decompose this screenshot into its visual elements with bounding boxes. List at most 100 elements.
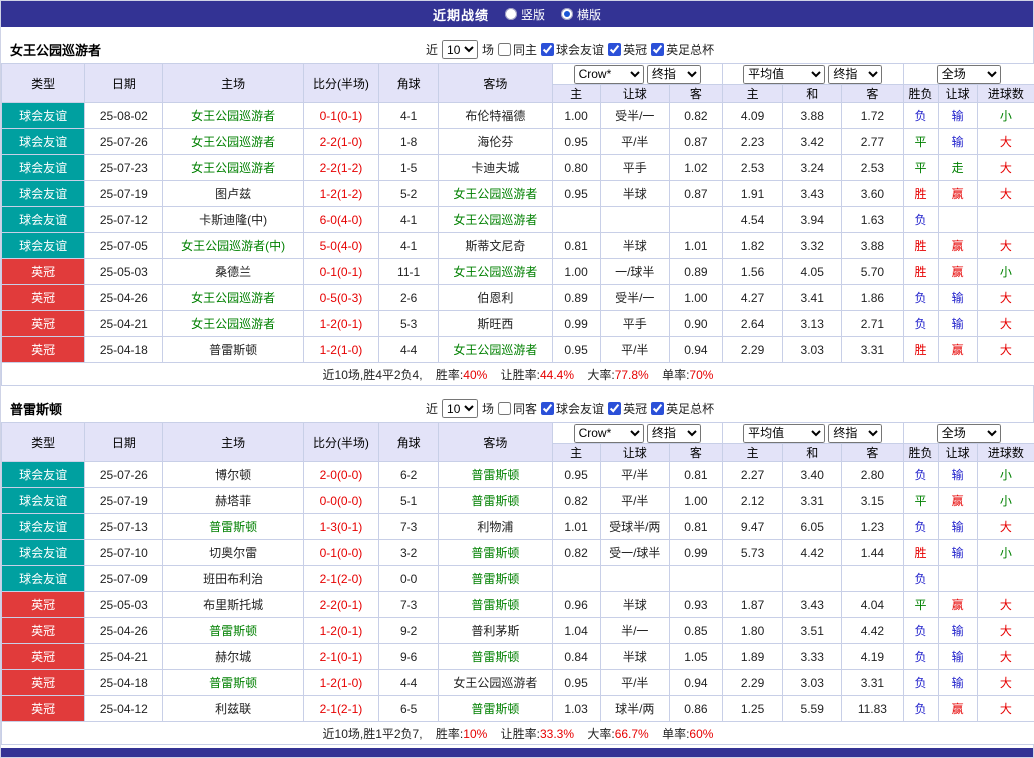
away-team-link[interactable]: 海伦芬 bbox=[439, 129, 552, 155]
home-team-link[interactable]: 利兹联 bbox=[163, 696, 303, 722]
league-type-badge: 球会友谊 bbox=[2, 207, 85, 233]
bottom-bar bbox=[1, 748, 1033, 757]
league-filter-fa-cup[interactable]: 英足总杯 bbox=[651, 400, 714, 417]
league-type-badge: 英冠 bbox=[2, 592, 85, 618]
home-team-link[interactable]: 班田布利治 bbox=[163, 566, 303, 592]
average-controls-cell: 平均值 终指 bbox=[723, 423, 904, 444]
league-filter-championship[interactable]: 英冠 bbox=[608, 41, 647, 58]
odds-stage-select[interactable]: 终指 bbox=[647, 65, 701, 84]
friendly-label: 球会友谊 bbox=[556, 400, 604, 417]
league-type-badge: 英冠 bbox=[2, 285, 85, 311]
odds-handicap: 一/球半 bbox=[600, 259, 669, 285]
home-team-link[interactable]: 卡斯迪隆(中) bbox=[163, 207, 303, 233]
odds-home: 0.81 bbox=[552, 233, 600, 259]
col-type: 类型 bbox=[2, 423, 85, 462]
fa-cup-checkbox[interactable] bbox=[651, 43, 664, 56]
bookmaker-select[interactable]: Crow* bbox=[574, 65, 644, 84]
score: 2-1(0-1) bbox=[303, 644, 378, 670]
away-team-link[interactable]: 普雷斯顿 bbox=[439, 488, 552, 514]
odds-home: 1.04 bbox=[552, 618, 600, 644]
bookmaker-select[interactable]: Crow* bbox=[574, 424, 644, 443]
avg-home: 2.27 bbox=[723, 462, 783, 488]
home-team-link[interactable]: 女王公园巡游者 bbox=[163, 155, 303, 181]
recent-count-select[interactable]: 10 bbox=[442, 399, 478, 418]
home-team-link[interactable]: 赫尔城 bbox=[163, 644, 303, 670]
league-filter-championship[interactable]: 英冠 bbox=[608, 400, 647, 417]
avg-home: 5.73 bbox=[723, 540, 783, 566]
away-team-link[interactable]: 普雷斯顿 bbox=[439, 644, 552, 670]
home-team-link[interactable]: 女王公园巡游者(中) bbox=[163, 233, 303, 259]
away-team-link[interactable]: 普雷斯顿 bbox=[439, 540, 552, 566]
odd-rate-stat: 单率:60% bbox=[662, 727, 713, 741]
avg-home: 1.89 bbox=[723, 644, 783, 670]
championship-checkbox[interactable] bbox=[608, 402, 621, 415]
friendly-checkbox[interactable] bbox=[541, 402, 554, 415]
odds-stage-select[interactable]: 终指 bbox=[647, 424, 701, 443]
home-team-link[interactable]: 图卢兹 bbox=[163, 181, 303, 207]
result-goals: 大 bbox=[977, 514, 1034, 540]
radio-unchecked-icon bbox=[505, 8, 517, 20]
home-team-link[interactable]: 布里斯托城 bbox=[163, 592, 303, 618]
away-team-link[interactable]: 女王公园巡游者 bbox=[439, 181, 552, 207]
away-team-link[interactable]: 普雷斯顿 bbox=[439, 696, 552, 722]
away-team-link[interactable]: 卡迪夫城 bbox=[439, 155, 552, 181]
home-team-link[interactable]: 普雷斯顿 bbox=[163, 337, 303, 363]
league-filter-friendly[interactable]: 球会友谊 bbox=[541, 41, 604, 58]
avg-stage-select[interactable]: 终指 bbox=[828, 65, 882, 84]
home-team-link[interactable]: 赫塔菲 bbox=[163, 488, 303, 514]
result-handicap: 输 bbox=[938, 644, 977, 670]
same-venue-filter[interactable]: 同主 bbox=[498, 41, 537, 58]
avg-stage-select[interactable]: 终指 bbox=[828, 424, 882, 443]
league-filter-friendly[interactable]: 球会友谊 bbox=[541, 400, 604, 417]
avg-home: 2.23 bbox=[723, 129, 783, 155]
away-team-link[interactable]: 女王公园巡游者 bbox=[439, 259, 552, 285]
corner-score: 5-1 bbox=[379, 488, 439, 514]
odds-handicap: 受半/一 bbox=[600, 285, 669, 311]
home-team-link[interactable]: 博尔顿 bbox=[163, 462, 303, 488]
recent-count-select[interactable]: 10 bbox=[442, 40, 478, 59]
result-goals: 小 bbox=[977, 462, 1034, 488]
away-team-link[interactable]: 女王公园巡游者 bbox=[439, 207, 552, 233]
score: 1-2(1-0) bbox=[303, 670, 378, 696]
home-team-link[interactable]: 普雷斯顿 bbox=[163, 514, 303, 540]
home-team-link[interactable]: 桑德兰 bbox=[163, 259, 303, 285]
result-goals: 小 bbox=[977, 259, 1034, 285]
away-team-link[interactable]: 普雷斯顿 bbox=[439, 592, 552, 618]
away-team-link[interactable]: 利物浦 bbox=[439, 514, 552, 540]
odds-home bbox=[552, 207, 600, 233]
away-team-link[interactable]: 普雷斯顿 bbox=[439, 462, 552, 488]
away-team-link[interactable]: 布伦特福德 bbox=[439, 103, 552, 129]
scope-select[interactable]: 全场 bbox=[937, 424, 1001, 443]
scope-select[interactable]: 全场 bbox=[937, 65, 1001, 84]
home-team-link[interactable]: 女王公园巡游者 bbox=[163, 103, 303, 129]
vertical-layout-radio[interactable]: 竖版 bbox=[505, 6, 545, 23]
league-filter-fa-cup[interactable]: 英足总杯 bbox=[651, 41, 714, 58]
match-date: 25-07-05 bbox=[85, 233, 163, 259]
away-team-link[interactable]: 女王公园巡游者 bbox=[439, 670, 552, 696]
same-venue-filter[interactable]: 同客 bbox=[498, 400, 537, 417]
home-team-link[interactable]: 切奥尔雷 bbox=[163, 540, 303, 566]
home-team-link[interactable]: 普雷斯顿 bbox=[163, 618, 303, 644]
average-select[interactable]: 平均值 bbox=[743, 424, 825, 443]
friendly-checkbox[interactable] bbox=[541, 43, 554, 56]
away-team-link[interactable]: 斯旺西 bbox=[439, 311, 552, 337]
same-venue-checkbox[interactable] bbox=[498, 43, 511, 56]
avg-draw: 3.24 bbox=[783, 155, 842, 181]
championship-checkbox[interactable] bbox=[608, 43, 621, 56]
home-team-link[interactable]: 普雷斯顿 bbox=[163, 670, 303, 696]
home-team-link[interactable]: 女王公园巡游者 bbox=[163, 311, 303, 337]
away-team-link[interactable]: 女王公园巡游者 bbox=[439, 337, 552, 363]
away-team-link[interactable]: 普利茅斯 bbox=[439, 618, 552, 644]
away-team-link[interactable]: 普雷斯顿 bbox=[439, 566, 552, 592]
home-team-link[interactable]: 女王公园巡游者 bbox=[163, 129, 303, 155]
away-team-link[interactable]: 斯蒂文尼奇 bbox=[439, 233, 552, 259]
same-venue-checkbox[interactable] bbox=[498, 402, 511, 415]
result-goals: 大 bbox=[977, 670, 1034, 696]
fa-cup-checkbox[interactable] bbox=[651, 402, 664, 415]
average-select[interactable]: 平均值 bbox=[743, 65, 825, 84]
away-team-link[interactable]: 伯恩利 bbox=[439, 285, 552, 311]
home-team-link[interactable]: 女王公园巡游者 bbox=[163, 285, 303, 311]
avg-away: 2.80 bbox=[842, 462, 903, 488]
summary-prefix: 近10场,胜4平2负4, bbox=[323, 368, 423, 382]
horizontal-layout-radio[interactable]: 横版 bbox=[561, 6, 601, 23]
